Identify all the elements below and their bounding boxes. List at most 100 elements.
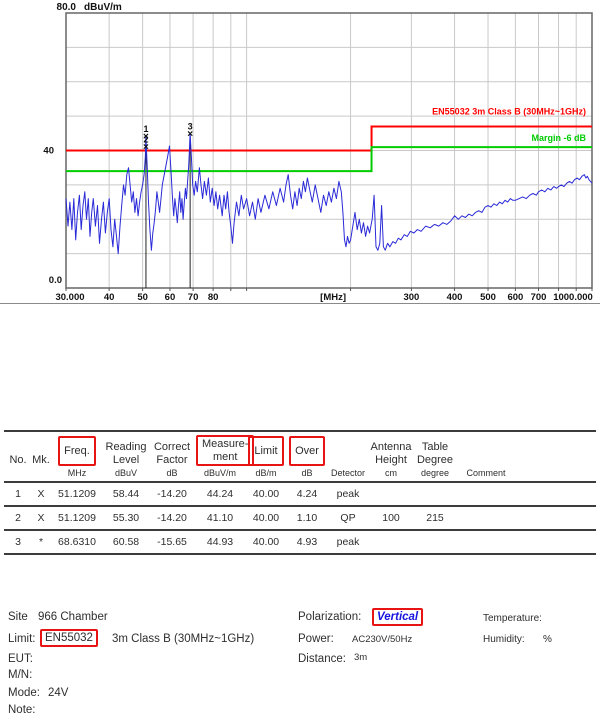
cell-reading: 55.30	[104, 506, 148, 530]
spectrum-chart-section: EN55032 3m Class B (30MHz~1GHz) Margin -6…	[0, 0, 600, 303]
measurement-row-1: 1X51.120958.44-14.2044.2440.004.24peak	[4, 482, 596, 506]
column-unit-freq: MHz	[50, 468, 104, 482]
cell-reading: 58.44	[104, 482, 148, 506]
mode-label: Mode:	[8, 686, 40, 700]
cell-detector: peak	[326, 530, 370, 554]
highlight-box-over: Over	[289, 436, 325, 466]
power-value: AC230V/50Hz	[352, 633, 412, 647]
limit-standard-highlight: EN55032	[40, 629, 98, 647]
x-tick-label: 600	[507, 292, 523, 303]
margin-line-label: Margin -6 dB	[531, 133, 586, 143]
cell-measurement: 44.93	[196, 530, 244, 554]
column-header-reading: ReadingLevel	[104, 431, 148, 468]
limit-label: Limit:	[8, 632, 35, 646]
cell-reading: 60.58	[104, 530, 148, 554]
column-unit-mk	[32, 468, 50, 482]
humidity-unit: %	[543, 633, 552, 647]
cell-detector: QP	[326, 506, 370, 530]
distance-value: 3m	[354, 651, 367, 665]
column-header-over: Over	[288, 431, 326, 468]
column-unit-degree: degree	[412, 468, 458, 482]
column-unit-limit: dB/m	[244, 468, 288, 482]
measurement-row-2: 2X51.120955.30-14.2041.1040.001.10QP1002…	[4, 506, 596, 530]
limit-line-label: EN55032 3m Class B (30MHz~1GHz)	[432, 106, 586, 116]
measurement-row-3: 3*68.631060.58-15.6544.9340.004.93peak	[4, 530, 596, 554]
column-header-limit: Limit	[244, 431, 288, 468]
column-header-measurement: Measure-ment	[196, 431, 244, 468]
mn-label: M/N:	[8, 668, 32, 682]
cell-over: 4.24	[288, 482, 326, 506]
limit-description: 3m Class B (30MHz~1GHz)	[112, 632, 254, 646]
highlight-box-freq: Freq.	[58, 436, 96, 466]
cell-measurement: 44.24	[196, 482, 244, 506]
cell-freq: 51.1209	[50, 506, 104, 530]
marker-3-number: 3	[188, 122, 193, 132]
x-tick-label: 300	[403, 292, 419, 303]
table-header-row: No.Mk. Freq. ReadingLevelCorrectFactorMeas…	[4, 431, 596, 468]
temperature-label: Temperature:	[483, 612, 542, 626]
column-header-degree: TableDegree	[412, 431, 458, 468]
measurement-table-section: No.Mk. Freq. ReadingLevelCorrectFactorMeas…	[0, 430, 600, 555]
cell-correct: -15.65	[148, 530, 196, 554]
x-tick-label: 60	[165, 292, 176, 303]
highlight-box-limit: Limit	[248, 436, 283, 466]
cell-antenna	[370, 482, 412, 506]
marker-1-number: 1	[143, 124, 148, 134]
x-tick-label: 1000.000	[553, 292, 593, 303]
distance-label: Distance:	[298, 652, 346, 666]
cell-comment	[458, 530, 514, 554]
x-tick-label: 50	[137, 292, 148, 303]
humidity-label: Humidity:	[483, 633, 525, 647]
y-axis-40-label: 40	[43, 146, 54, 157]
cell-antenna	[370, 530, 412, 554]
y-axis-unit-label: dBuV/m	[84, 2, 122, 13]
column-header-detector	[326, 431, 370, 468]
cell-limit: 40.00	[244, 506, 288, 530]
y-axis-max-label: 80.0	[57, 2, 77, 13]
cell-limit: 40.00	[244, 530, 288, 554]
column-unit-reading: dBuV	[104, 468, 148, 482]
site-label: Site	[8, 610, 28, 624]
column-unit-over: dB	[288, 468, 326, 482]
column-unit-correct: dB	[148, 468, 196, 482]
marker-2-number: 2	[143, 135, 148, 145]
x-tick-label: [MHz]	[320, 292, 346, 303]
measurement-table: No.Mk. Freq. ReadingLevelCorrectFactorMeas…	[4, 430, 596, 555]
column-unit-no	[4, 468, 32, 482]
polarization-value-highlight: Vertical	[372, 608, 423, 626]
x-tick-label: 400	[447, 292, 463, 303]
column-header-correct: CorrectFactor	[148, 431, 196, 468]
column-header-freq: Freq.	[50, 431, 104, 468]
cell-degree: 215	[412, 506, 458, 530]
eut-label: EUT:	[8, 652, 33, 666]
note-label: Note:	[8, 703, 36, 717]
cell-no: 1	[4, 482, 32, 506]
y-axis-min-label: 0.0	[49, 275, 62, 286]
column-header-antenna: AntennaHeight	[370, 431, 412, 468]
column-header-no: No.	[4, 431, 32, 468]
column-unit-antenna: cm	[370, 468, 412, 482]
emc-emission-report: EN55032 3m Class B (30MHz~1GHz) Margin -6…	[0, 0, 600, 555]
x-tick-label: 500	[480, 292, 496, 303]
cell-comment	[458, 482, 514, 506]
x-tick-label: 80	[208, 292, 219, 303]
cell-degree	[412, 530, 458, 554]
column-unit-measurement: dBuV/m	[196, 468, 244, 482]
x-tick-label: 700	[531, 292, 547, 303]
x-tick-label: 70	[188, 292, 199, 303]
cell-freq: 68.6310	[50, 530, 104, 554]
highlight-box-measurement: Measure-ment	[196, 435, 254, 466]
test-info-section: Site 966 Chamber Polarization: Vertical …	[0, 303, 600, 431]
site-value: 966 Chamber	[38, 610, 108, 624]
power-label: Power:	[298, 632, 334, 646]
cell-mk: X	[32, 482, 50, 506]
cell-no: 2	[4, 506, 32, 530]
polarization-label: Polarization:	[298, 610, 361, 624]
cell-over: 1.10	[288, 506, 326, 530]
cell-correct: -14.20	[148, 506, 196, 530]
column-unit-detector: Detector	[326, 468, 370, 482]
cell-limit: 40.00	[244, 482, 288, 506]
cell-mk: X	[32, 506, 50, 530]
cell-degree	[412, 482, 458, 506]
column-header-mk: Mk.	[32, 431, 50, 468]
